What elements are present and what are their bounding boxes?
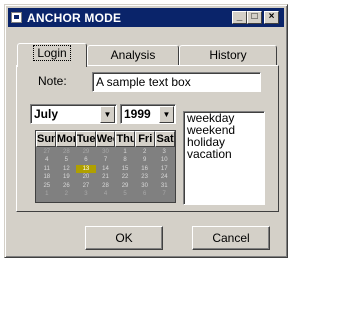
calendar-day[interactable]: 27 — [37, 148, 57, 156]
calendar-day[interactable]: 2 — [135, 148, 155, 156]
calendar-day[interactable]: 4 — [37, 156, 57, 164]
weekday-header: Fri — [135, 131, 156, 147]
calendar-day[interactable]: 1 — [37, 190, 57, 198]
weekday-header: Mon — [55, 131, 76, 147]
calendar-day[interactable]: 6 — [135, 190, 155, 198]
calendar-day[interactable]: 15 — [115, 165, 135, 173]
weekday-header: Sat — [155, 131, 176, 147]
category-listbox[interactable]: weekday weekend holiday vacation — [183, 111, 265, 205]
calendar-day[interactable]: 22 — [115, 173, 135, 181]
calendar-day[interactable]: 29 — [115, 182, 135, 190]
calendar-day[interactable]: 29 — [76, 148, 96, 156]
calendar-day[interactable]: 7 — [96, 156, 116, 164]
calendar-day[interactable]: 30 — [135, 182, 155, 190]
month-value: July — [34, 107, 59, 121]
calendar-day[interactable]: 17 — [154, 165, 174, 173]
calendar-day[interactable]: 16 — [135, 165, 155, 173]
calendar-day[interactable]: 11 — [37, 165, 57, 173]
calendar-weekday-header: Sun Mon Tue Wed Thu Fri Sat — [36, 131, 176, 147]
calendar-day[interactable]: 13 — [76, 164, 96, 174]
weekday-header: Thu — [115, 131, 136, 147]
cancel-button[interactable]: Cancel — [192, 226, 270, 250]
calendar[interactable]: Sun Mon Tue Wed Thu Fri Sat 272829301234… — [35, 130, 176, 203]
calendar-day[interactable]: 28 — [57, 148, 77, 156]
year-value: 1999 — [124, 107, 151, 121]
calendar-day[interactable]: 3 — [76, 190, 96, 198]
calendar-day[interactable]: 5 — [115, 190, 135, 198]
calendar-day[interactable]: 3 — [154, 148, 174, 156]
calendar-day[interactable]: 9 — [135, 156, 155, 164]
calendar-day[interactable]: 28 — [96, 182, 116, 190]
calendar-day[interactable]: 14 — [96, 165, 116, 173]
year-spinner-arrow-icon[interactable]: ▼ — [159, 106, 174, 123]
calendar-day[interactable]: 23 — [135, 173, 155, 181]
tab-analysis-label: Analysis — [110, 48, 156, 62]
calendar-day[interactable]: 10 — [154, 156, 174, 164]
weekday-header: Wed — [95, 131, 116, 147]
ok-button[interactable]: OK — [85, 226, 163, 250]
dialog-window: ANCHOR MODE _ □ × Login Analysis History… — [4, 4, 288, 258]
calendar-day[interactable]: 20 — [76, 173, 96, 181]
calendar-day[interactable]: 25 — [37, 182, 57, 190]
calendar-day[interactable]: 27 — [76, 182, 96, 190]
calendar-day[interactable]: 30 — [96, 148, 116, 156]
weekday-header: Sun — [36, 131, 56, 147]
close-button[interactable]: × — [264, 11, 279, 24]
minimize-button[interactable]: _ — [232, 11, 247, 24]
tab-history[interactable]: History — [179, 45, 277, 65]
title-bar[interactable]: ANCHOR MODE _ □ × — [8, 8, 284, 27]
list-item[interactable]: vacation — [187, 148, 264, 160]
calendar-day[interactable]: 24 — [154, 173, 174, 181]
calendar-day[interactable]: 5 — [57, 156, 77, 164]
tab-login-label: Login — [33, 45, 71, 61]
calendar-day[interactable]: 18 — [37, 173, 57, 181]
month-dropdown[interactable]: July ▼ — [30, 104, 117, 124]
tab-analysis[interactable]: Analysis — [87, 45, 179, 65]
maximize-button[interactable]: □ — [247, 11, 262, 24]
calendar-day-grid: 27 28 29 30 1 2 3 4 5 6 7 8 9 10 11 12 13 14 15 16 17 18 19 20 2… — [37, 148, 174, 198]
calendar-day[interactable]: 26 — [57, 182, 77, 190]
calendar-day[interactable]: 19 — [57, 173, 77, 181]
calendar-day[interactable]: 4 — [96, 190, 116, 198]
month-dropdown-arrow-icon[interactable]: ▼ — [100, 106, 115, 123]
note-text-value: A sample text box — [96, 75, 191, 89]
note-label: Note: — [38, 74, 67, 88]
note-text-box[interactable]: A sample text box — [92, 72, 261, 92]
calendar-day[interactable]: 31 — [154, 182, 174, 190]
weekday-header: Tue — [75, 131, 96, 147]
calendar-day[interactable]: 2 — [57, 190, 77, 198]
tab-login[interactable]: Login — [17, 43, 87, 67]
calendar-day[interactable]: 12 — [57, 165, 77, 173]
app-icon[interactable] — [11, 12, 22, 23]
calendar-day[interactable]: 8 — [115, 156, 135, 164]
year-spinner[interactable]: 1999 ▼ — [120, 104, 176, 124]
calendar-day[interactable]: 7 — [154, 190, 174, 198]
calendar-day[interactable]: 1 — [115, 148, 135, 156]
window-title: ANCHOR MODE — [27, 11, 122, 25]
calendar-day[interactable]: 21 — [96, 173, 116, 181]
tab-history-label: History — [209, 48, 247, 62]
calendar-day[interactable]: 6 — [76, 156, 96, 164]
